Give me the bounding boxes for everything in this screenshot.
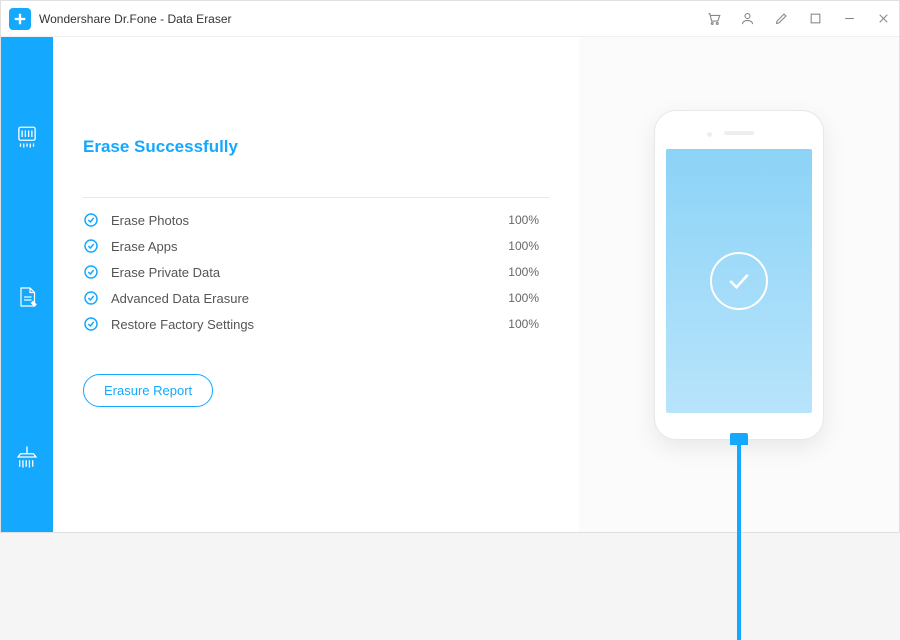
user-icon[interactable] (739, 11, 755, 27)
task-percent: 100% (508, 213, 539, 227)
task-percent: 100% (508, 317, 539, 331)
check-icon (83, 212, 99, 228)
check-icon (83, 238, 99, 254)
phone-screen (666, 149, 812, 413)
phone-illustration (654, 110, 824, 440)
maximize-icon[interactable] (807, 11, 823, 27)
task-label: Erase Apps (111, 239, 496, 254)
cart-icon[interactable] (705, 11, 721, 27)
titlebar-left: Wondershare Dr.Fone - Data Eraser (9, 8, 232, 30)
erasure-report-button[interactable]: Erasure Report (83, 374, 213, 407)
task-row: Erase Photos 100% (83, 212, 549, 228)
edit-icon[interactable] (773, 11, 789, 27)
app-logo-icon (9, 8, 31, 30)
app-title: Wondershare Dr.Fone - Data Eraser (39, 12, 232, 26)
divider (83, 197, 549, 198)
task-row: Advanced Data Erasure 100% (83, 290, 549, 306)
task-label: Erase Photos (111, 213, 496, 228)
titlebar-right (705, 11, 891, 27)
phone-speaker-icon (724, 131, 754, 135)
task-list: Erase Photos 100% Erase Apps 100% (83, 212, 549, 332)
cable-icon (737, 440, 741, 640)
task-row: Erase Apps 100% (83, 238, 549, 254)
task-percent: 100% (508, 265, 539, 279)
task-percent: 100% (508, 239, 539, 253)
titlebar: Wondershare Dr.Fone - Data Eraser (1, 1, 899, 37)
phone-camera-icon (707, 132, 712, 137)
task-percent: 100% (508, 291, 539, 305)
sidebar-item-erase[interactable] (12, 122, 42, 152)
check-icon (83, 290, 99, 306)
body: Erase Successfully Erase Photos 100% (1, 37, 899, 532)
sidebar (1, 37, 53, 532)
task-row: Restore Factory Settings 100% (83, 316, 549, 332)
task-label: Restore Factory Settings (111, 317, 496, 332)
minimize-icon[interactable] (841, 11, 857, 27)
check-icon (83, 264, 99, 280)
sidebar-item-document[interactable] (12, 282, 42, 312)
task-label: Advanced Data Erasure (111, 291, 496, 306)
task-label: Erase Private Data (111, 265, 496, 280)
right-panel (579, 37, 899, 532)
page-title: Erase Successfully (83, 137, 549, 157)
app-window: Wondershare Dr.Fone - Data Eraser (0, 0, 900, 533)
success-check-icon (710, 252, 768, 310)
left-panel: Erase Successfully Erase Photos 100% (53, 37, 579, 532)
task-row: Erase Private Data 100% (83, 264, 549, 280)
sidebar-item-clean[interactable] (12, 442, 42, 472)
check-icon (83, 316, 99, 332)
content: Erase Successfully Erase Photos 100% (53, 37, 899, 532)
close-icon[interactable] (875, 11, 891, 27)
